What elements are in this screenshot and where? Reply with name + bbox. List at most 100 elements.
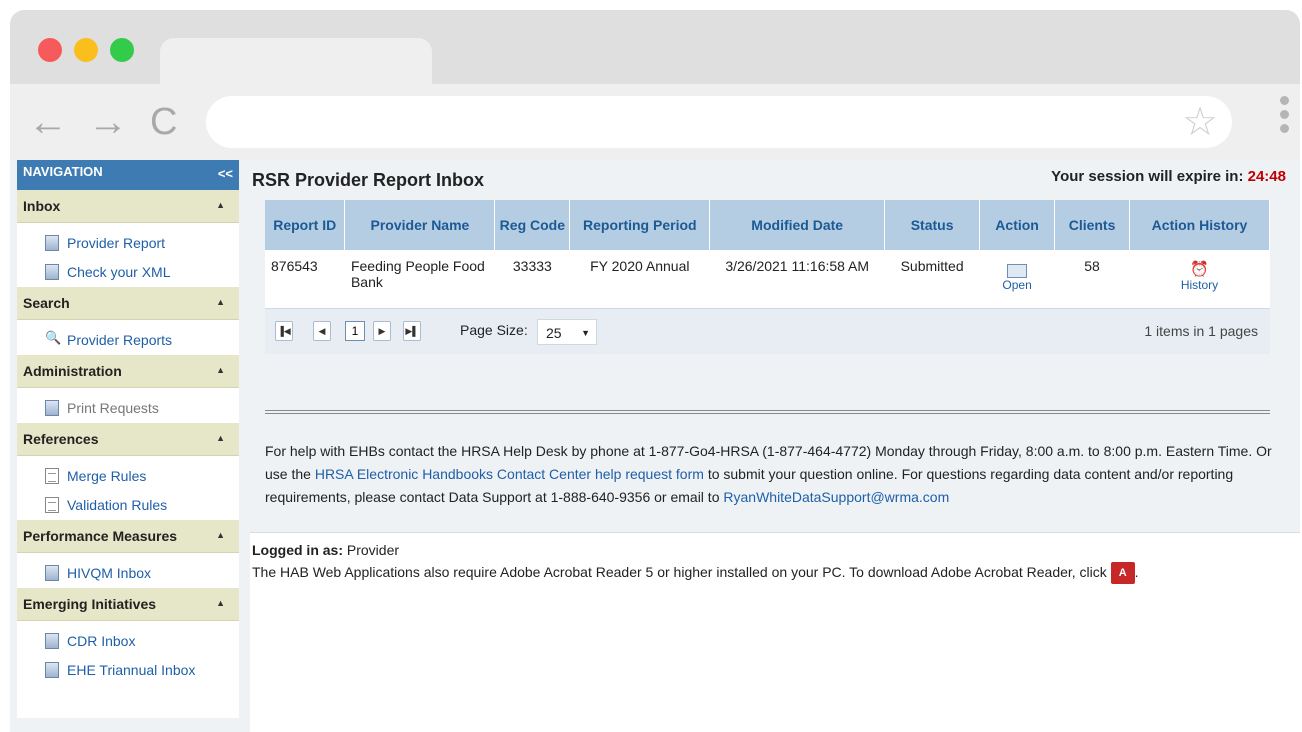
table-header-row: Report ID Provider Name Reg Code Reporti…: [265, 200, 1270, 250]
document-icon: [45, 497, 59, 513]
sidebar-item-label: Merge Rules: [67, 468, 147, 484]
section-title: Search: [23, 295, 70, 311]
dropdown-arrow-icon[interactable]: ▼: [581, 328, 590, 338]
column-header-reg-code[interactable]: Reg Code: [494, 200, 571, 250]
logged-in-label: Logged in as:: [252, 542, 343, 558]
session-time: 24:48: [1247, 168, 1286, 185]
collapse-arrow-icon[interactable]: ▲: [216, 365, 225, 375]
adobe-pdf-icon[interactable]: A: [1110, 562, 1135, 585]
bookmark-star-icon[interactable]: ☆: [1182, 100, 1218, 144]
cell-action: Open: [980, 250, 1055, 308]
alarm-clock-icon[interactable]: ⏰: [1136, 260, 1264, 278]
sidebar-item-provider-reports[interactable]: 🔍 Provider Reports: [17, 326, 239, 355]
collapse-arrow-icon[interactable]: ▲: [216, 598, 225, 608]
cell-action-history: ⏰ History: [1130, 250, 1270, 308]
column-header-modified-date[interactable]: Modified Date: [709, 200, 886, 250]
sidebar-item-label: EHE Triannual Inbox: [67, 662, 196, 678]
sidebar-item-cdr-inbox[interactable]: CDR Inbox: [17, 627, 239, 656]
column-header-clients[interactable]: Clients: [1054, 200, 1131, 250]
reload-icon[interactable]: C: [150, 100, 177, 144]
page-size-label: Page Size:: [460, 322, 528, 338]
column-header-action-history: Action History: [1129, 200, 1270, 250]
cell-reporting-period: FY 2020 Annual: [590, 258, 690, 274]
acrobat-suffix: .: [1134, 564, 1139, 580]
collapse-arrow-icon[interactable]: ▲: [216, 297, 225, 307]
table-row: 876543 Feeding People Food Bank 33333 FY…: [265, 250, 1270, 308]
minimize-button[interactable]: [74, 38, 98, 62]
last-page-button[interactable]: ▶▌: [403, 321, 421, 341]
pager: ▐◀ ◀ 1 ▶ ▶▌ Page Size: 25 ▼ 1 items in 1…: [265, 308, 1270, 354]
collapse-arrow-icon[interactable]: ▲: [216, 530, 225, 540]
nav-section-performance-measures[interactable]: Performance Measures ▲: [17, 520, 239, 553]
report-icon: [45, 565, 59, 581]
page-content: NAVIGATION << Inbox ▲ Provider Report Che…: [10, 160, 1300, 732]
cell-provider-name: Feeding People Food Bank: [350, 258, 485, 290]
next-page-button[interactable]: ▶: [373, 321, 391, 341]
maximize-button[interactable]: [110, 38, 134, 62]
back-arrow-icon[interactable]: ←: [28, 100, 68, 144]
browser-toolbar: ← → C ☆: [10, 84, 1300, 160]
sidebar-item-hivqm-inbox[interactable]: HIVQM Inbox: [17, 559, 239, 588]
open-envelope-icon[interactable]: [1007, 264, 1028, 278]
report-icon: [45, 400, 59, 416]
section-title: Inbox: [23, 198, 61, 214]
data-support-email-link[interactable]: RyanWhiteDataSupport@wrma.com: [723, 489, 949, 505]
sidebar-item-merge-rules[interactable]: Merge Rules: [17, 462, 239, 491]
cell-modified-date: 3/26/2021 11:16:58 AM: [725, 258, 870, 274]
column-header-status[interactable]: Status: [884, 200, 981, 250]
cell-status: Submitted: [900, 258, 964, 274]
sidebar-item-label: Validation Rules: [67, 497, 168, 513]
sidebar-item-validation-rules[interactable]: Validation Rules: [17, 491, 239, 520]
first-page-button[interactable]: ▐◀: [275, 321, 293, 341]
acrobat-text: The HAB Web Applications also require Ad…: [252, 564, 1107, 580]
collapse-icon[interactable]: <<: [218, 166, 233, 181]
window-controls: [38, 38, 134, 62]
sidebar-item-label: Provider Reports: [67, 332, 173, 348]
cell-clients: 58: [1084, 258, 1100, 274]
sidebar-item-label: Print Requests: [67, 400, 159, 416]
column-header-action: Action: [979, 200, 1056, 250]
sidebar-item-check-xml[interactable]: Check your XML: [17, 258, 239, 287]
report-icon: [45, 662, 59, 678]
nav-section-references[interactable]: References ▲: [17, 423, 239, 456]
help-request-form-link[interactable]: HRSA Electronic Handbooks Contact Center…: [315, 466, 704, 482]
page-footer: Logged in as: Provider The HAB Web Appli…: [250, 532, 1300, 732]
sidebar-item-label: CDR Inbox: [67, 633, 136, 649]
close-button[interactable]: [38, 38, 62, 62]
column-header-provider-name[interactable]: Provider Name: [344, 200, 496, 250]
sidebar-item-ehe-triannual-inbox[interactable]: EHE Triannual Inbox: [17, 656, 239, 685]
sidebar-item-label: Provider Report: [67, 235, 166, 251]
collapse-arrow-icon[interactable]: ▲: [216, 200, 225, 210]
page-title: RSR Provider Report Inbox: [252, 170, 485, 190]
page-size-select[interactable]: 25 ▼: [537, 319, 597, 345]
report-icon: [45, 264, 59, 280]
nav-section-inbox[interactable]: Inbox ▲: [17, 190, 239, 223]
nav-section-emerging-initiatives[interactable]: Emerging Initiatives ▲: [17, 588, 239, 621]
nav-section-search[interactable]: Search ▲: [17, 287, 239, 320]
section-title: Performance Measures: [23, 528, 178, 544]
history-link[interactable]: History: [1136, 278, 1264, 292]
divider: [265, 410, 1270, 414]
browser-window: ← → C ☆ NAVIGATION << Inbox ▲ Provider Re…: [10, 10, 1300, 732]
collapse-arrow-icon[interactable]: ▲: [216, 433, 225, 443]
search-icon: 🔍: [45, 330, 62, 345]
help-text: For help with EHBs contact the HRSA Help…: [265, 440, 1275, 509]
session-label: Your session will expire in:: [1051, 168, 1244, 185]
address-bar[interactable]: ☆: [206, 96, 1232, 148]
navigation-title: NAVIGATION: [23, 164, 103, 179]
report-grid: Report ID Provider Name Reg Code Reporti…: [265, 200, 1270, 354]
nav-section-administration[interactable]: Administration ▲: [17, 355, 239, 388]
column-header-report-id[interactable]: Report ID: [265, 200, 346, 250]
forward-arrow-icon[interactable]: →: [88, 100, 128, 144]
navigation-sidebar: NAVIGATION << Inbox ▲ Provider Report Che…: [17, 160, 239, 718]
column-header-reporting-period[interactable]: Reporting Period: [569, 200, 711, 250]
report-icon: [45, 235, 59, 251]
browser-menu-icon[interactable]: [1280, 96, 1290, 133]
page-number-button[interactable]: 1: [345, 321, 365, 341]
previous-page-button[interactable]: ◀: [313, 321, 331, 341]
logged-in-user: Provider: [346, 542, 400, 558]
sidebar-item-provider-report[interactable]: Provider Report: [17, 229, 239, 258]
page-size-value: 25: [546, 325, 562, 341]
open-link[interactable]: Open: [986, 278, 1049, 292]
sidebar-item-print-requests[interactable]: Print Requests: [17, 394, 239, 423]
